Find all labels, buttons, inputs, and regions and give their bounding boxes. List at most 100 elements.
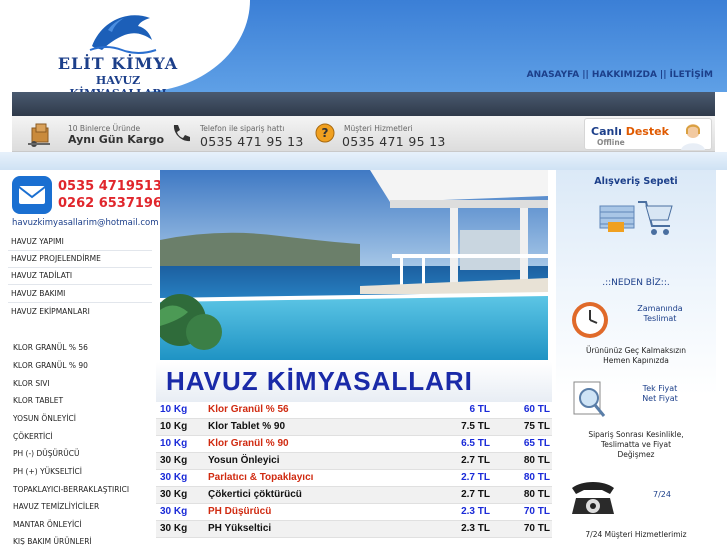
order-phone-number[interactable]: 0535 471 95 13 bbox=[200, 134, 304, 149]
price-qty: 10 Kg bbox=[160, 421, 188, 432]
price-product: Parlatıcı & Topaklayıcı bbox=[208, 472, 314, 483]
menu-klor-granul-90[interactable]: KLOR GRANÜL % 90 bbox=[8, 357, 152, 374]
timely-delivery-label: Zamanında Teslimat bbox=[622, 304, 698, 324]
site-logo[interactable]: ELİT KİMYA HAVUZ KİMYASALLARI bbox=[48, 10, 188, 100]
menu-havuz-yapimi[interactable]: HAVUZ YAPIMI bbox=[8, 233, 152, 250]
menu-havuz-temizleyiciler[interactable]: HAVUZ TEMİZLİYİCİLER bbox=[8, 498, 152, 515]
menu-kis-bakim[interactable]: KIŞ BAKIM ÜRÜNLERİ bbox=[8, 533, 152, 545]
price-row[interactable]: 10 Kg Klor Granül % 56 6 TL 60 TL bbox=[156, 402, 552, 419]
order-caption: Telefon ile sipariş hattı bbox=[200, 124, 285, 133]
price-total: 70 TL bbox=[523, 506, 550, 517]
price-product: Klor Tablet % 90 bbox=[208, 421, 286, 432]
price-row[interactable]: 30 Kg Çökertici çöktürücü 2.7 TL 80 TL bbox=[156, 487, 552, 504]
price-unit: 6 TL bbox=[469, 404, 490, 415]
menu-havuz-tadilati[interactable]: HAVUZ TADİLATI bbox=[8, 267, 152, 284]
clock-icon bbox=[572, 302, 608, 338]
price-row[interactable]: 10 Kg Klor Tablet % 90 7.5 TL 75 TL bbox=[156, 419, 552, 436]
price-unit: 6.5 TL bbox=[461, 438, 490, 449]
timely-delivery-desc-1: Ürününüz Geç Kalmaksızın bbox=[585, 346, 687, 355]
magnifier-document-icon bbox=[573, 381, 606, 417]
price-total: 70 TL bbox=[523, 523, 550, 534]
price-product: PH Yükseltici bbox=[208, 523, 272, 534]
service-caption: Müşteri Hizmetleri bbox=[344, 124, 413, 133]
service-phone-number[interactable]: 0535 471 95 13 bbox=[342, 134, 446, 149]
nav-iletisim-link[interactable]: İLETİŞİM bbox=[669, 70, 713, 80]
menu-topaklayici[interactable]: TOPAKLAYICI-BERRAKLAŞTIRICI bbox=[8, 481, 152, 498]
price-qty: 30 Kg bbox=[160, 506, 188, 517]
price-product: PH Düşürücü bbox=[208, 506, 272, 517]
live-support-bold: Destek bbox=[625, 125, 669, 138]
price-row[interactable]: 30 Kg PH Yükseltici 2.3 TL 70 TL bbox=[156, 521, 552, 538]
telephone-icon bbox=[173, 125, 190, 142]
price-row[interactable]: 30 Kg PH Düşürücü 2.3 TL 70 TL bbox=[156, 504, 552, 521]
price-row[interactable]: 30 Kg Yosun Önleyici 2.7 TL 80 TL bbox=[156, 453, 552, 470]
price-product: Yosun Önleyici bbox=[208, 455, 280, 466]
main-title-bar: HAVUZ KİMYASALLARI bbox=[156, 362, 552, 402]
live-support-status: Offline bbox=[597, 138, 625, 147]
timely-delivery-line-2: Teslimat bbox=[643, 314, 677, 323]
price-unit: 7.5 TL bbox=[461, 421, 490, 432]
nav-anasayfa-link[interactable]: ANASAYFA bbox=[527, 70, 580, 80]
shipping-box-icon bbox=[28, 123, 50, 147]
price-product: Klor Granül % 90 bbox=[208, 438, 289, 449]
contact-phone-1[interactable]: 0535 4719513 bbox=[58, 179, 162, 194]
hero-pool-image bbox=[160, 170, 548, 360]
delivery-title: Aynı Gün Kargo bbox=[68, 133, 165, 146]
dark-menu-bar bbox=[12, 92, 715, 116]
price-total: 80 TL bbox=[523, 455, 550, 466]
price-unit: 2.3 TL bbox=[461, 523, 490, 534]
menu-havuz-projelendirme[interactable]: HAVUZ PROJELENDİRME bbox=[8, 250, 152, 267]
live-support-button[interactable]: Canlı Destek Offline bbox=[584, 118, 712, 150]
live-support-title: Canlı Destek bbox=[591, 125, 669, 138]
brand-name: ELİT KİMYA bbox=[57, 54, 179, 73]
contact-box: 0535 4719513 0262 6537196 bbox=[12, 174, 162, 218]
dolphin-icon bbox=[89, 15, 157, 54]
menu-havuz-ekipmanlari[interactable]: HAVUZ EKİPMANLARI bbox=[8, 303, 152, 320]
header: ELİT KİMYA HAVUZ KİMYASALLARI ANASAYFA ||… bbox=[0, 0, 727, 170]
menu-klor-granul-56[interactable]: KLOR GRANÜL % 56 bbox=[8, 339, 152, 356]
right-sidebar: Alışveriş Sepeti .::NEDEN BİZ::. Zamanın… bbox=[556, 170, 716, 545]
delivery-caption: 10 Binlerce Üründe bbox=[68, 124, 141, 133]
price-total: 75 TL bbox=[523, 421, 550, 432]
menu-cokertici[interactable]: ÇÖKERTİCİ bbox=[8, 428, 152, 445]
help-question-icon: ? bbox=[315, 123, 335, 143]
svg-text:?: ? bbox=[322, 126, 329, 140]
single-price-label: Tek Fiyat Net Fiyat bbox=[622, 384, 698, 404]
price-total: 60 TL bbox=[523, 404, 550, 415]
single-price-line-1: Tek Fiyat bbox=[642, 384, 678, 393]
price-qty: 30 Kg bbox=[160, 472, 188, 483]
menu-ph-dusurucu[interactable]: PH (-) DÜŞÜRÜCÜ bbox=[8, 445, 152, 462]
why-us-title: .::NEDEN BİZ::. bbox=[602, 278, 670, 288]
same-day-shipping: 10 Binlerce Üründe Aynı Gün Kargo bbox=[20, 116, 170, 152]
timely-delivery-desc: Ürününüz Geç Kalmaksızın Hemen Kapınızda bbox=[556, 346, 716, 366]
price-row[interactable]: 30 Kg Parlatıcı & Topaklayıcı 2.7 TL 80 … bbox=[156, 470, 552, 487]
single-price-desc: Sipariş Sonrası Kesinlikle, Teslimatta v… bbox=[556, 430, 716, 460]
menu-klor-tablet[interactable]: KLOR TABLET bbox=[8, 392, 152, 409]
single-price-line-2: Net Fiyat bbox=[642, 394, 678, 403]
menu-ph-yukseltici[interactable]: PH (+) YÜKSELTİCİ bbox=[8, 463, 152, 480]
header-divider-strip bbox=[0, 152, 727, 170]
single-price-desc-3: Değişmez bbox=[617, 450, 655, 459]
menu-yosun-onleyici[interactable]: YOSUN ÖNLEYİCİ bbox=[8, 410, 152, 427]
price-product: Klor Granül % 56 bbox=[208, 404, 289, 415]
customer-service-line: ? Müşteri Hizmetleri 0535 471 95 13 bbox=[312, 116, 462, 152]
shopping-cart-title[interactable]: Alışveriş Sepeti bbox=[556, 176, 716, 187]
price-unit: 2.7 TL bbox=[461, 489, 490, 500]
price-row[interactable]: 10 Kg Klor Granül % 90 6.5 TL 65 TL bbox=[156, 436, 552, 453]
contact-phone-2[interactable]: 0262 6537196 bbox=[58, 196, 162, 211]
contact-email-link[interactable]: havuzkimyasallarim@hotmail.com bbox=[12, 218, 158, 228]
mail-icon[interactable] bbox=[12, 176, 52, 214]
price-qty: 30 Kg bbox=[160, 523, 188, 534]
price-product: Çökertici çöktürücü bbox=[208, 489, 302, 500]
nav-separator: || bbox=[659, 70, 667, 80]
menu-klor-sivi[interactable]: KLOR SIVI bbox=[8, 375, 152, 392]
support-247-label: 7/24 bbox=[653, 490, 671, 499]
price-unit: 2.7 TL bbox=[461, 472, 490, 483]
nav-hakkimizda-link[interactable]: HAKKIMIZDA bbox=[592, 70, 657, 80]
shopping-cart-icon[interactable] bbox=[594, 192, 674, 240]
rotary-phone-icon bbox=[572, 482, 614, 514]
top-navigation: ANASAYFA || HAKKIMIZDA || İLETİŞİM bbox=[527, 70, 713, 80]
timely-delivery-desc-2: Hemen Kapınızda bbox=[603, 356, 669, 365]
menu-havuz-bakimi[interactable]: HAVUZ BAKIMI bbox=[8, 285, 152, 302]
menu-mantar-onleyici[interactable]: MANTAR ÖNLEYİCİ bbox=[8, 516, 152, 533]
